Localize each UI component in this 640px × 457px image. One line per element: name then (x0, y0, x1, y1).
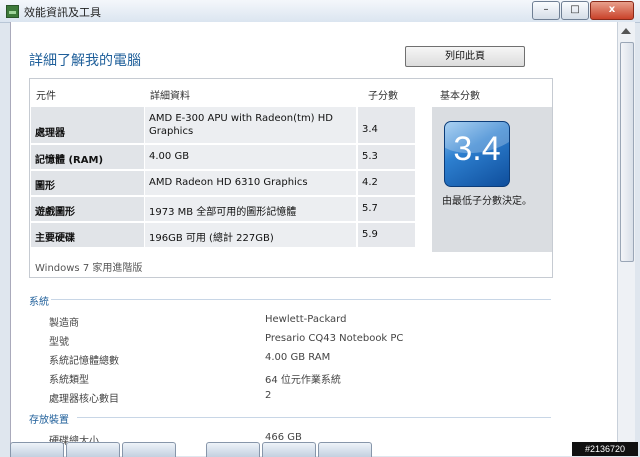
section-divider (51, 299, 551, 300)
table-row-details: 196GB 可用 (總計 227GB) (145, 223, 356, 247)
taskbar-button[interactable] (318, 442, 372, 457)
table-row-subscore: 3.4 (358, 107, 415, 143)
section-system-heading: 系統 (29, 297, 49, 308)
header-component: 元件 (36, 91, 56, 102)
scrollbar-thumb[interactable] (620, 42, 634, 262)
table-row-details: AMD Radeon HD 6310 Graphics (145, 171, 356, 195)
table-row-label: 主要硬碟 (31, 223, 144, 247)
base-score-note: 由最低子分數決定。 (442, 196, 532, 207)
system-label-manufacturer: 製造商 (49, 318, 79, 329)
system-value-type: 64 位元作業系統 (265, 375, 341, 386)
title-bar: 效能資訊及工具 – □ x (0, 0, 640, 23)
table-row-label: 記憶體 (RAM) (31, 145, 144, 169)
base-score-value: 3.4 (453, 130, 501, 168)
base-score-panel: 3.4 由最低子分數決定。 (432, 107, 552, 252)
table-row-label: 圖形 (31, 171, 144, 195)
table-row-label: 處理器 (31, 107, 144, 143)
print-button[interactable]: 列印此頁 (405, 46, 525, 67)
content-area: 詳細了解我的電腦 列印此頁 元件 詳細資料 子分數 基本分數 處理器 AMD E… (10, 22, 617, 456)
header-details: 詳細資料 (150, 91, 190, 102)
table-row-details: 1973 MB 全部可用的圖形記憶體 (145, 197, 356, 221)
taskbar-button[interactable] (262, 442, 316, 457)
table-row-details: AMD E-300 APU with Radeon(tm) HD Graphic… (145, 107, 356, 143)
system-value-manufacturer: Hewlett-Packard (265, 314, 347, 325)
header-base-score: 基本分數 (440, 91, 480, 102)
scroll-up-arrow-icon[interactable] (621, 28, 631, 34)
window-title: 效能資訊及工具 (24, 6, 101, 19)
window-controls: – □ x (531, 1, 634, 20)
section-storage-heading: 存放裝置 (29, 415, 69, 426)
performance-icon (6, 5, 19, 18)
taskbar-button[interactable] (122, 442, 176, 457)
system-label-cores: 處理器核心數目 (49, 394, 119, 405)
windows-score-badge-icon: 3.4 (444, 121, 510, 187)
vertical-scrollbar[interactable] (617, 22, 635, 456)
windows-edition: Windows 7 家用進階版 (35, 263, 143, 274)
system-value-cores: 2 (265, 390, 272, 401)
table-row-subscore: 5.9 (358, 223, 415, 247)
table-row-subscore: 5.3 (358, 145, 415, 169)
table-row-details: 4.00 GB (145, 145, 356, 169)
section-divider (77, 417, 551, 418)
system-value-model: Presario CQ43 Notebook PC (265, 333, 404, 344)
taskbar (0, 442, 560, 457)
table-row-label: 遊戲圖形 (31, 197, 144, 221)
taskbar-button[interactable] (10, 442, 64, 457)
system-label-model: 型號 (49, 337, 69, 348)
taskbar-button[interactable] (206, 442, 260, 457)
page-title: 詳細了解我的電腦 (29, 53, 141, 69)
watermark: #2136720 (572, 442, 638, 456)
score-table: 元件 詳細資料 子分數 基本分數 處理器 AMD E-300 APU with … (29, 78, 553, 278)
minimize-button[interactable]: – (532, 1, 560, 20)
system-label-type: 系統類型 (49, 375, 89, 386)
taskbar-button[interactable] (66, 442, 120, 457)
table-row-subscore: 5.7 (358, 197, 415, 221)
maximize-button[interactable]: □ (561, 1, 589, 20)
table-row-subscore: 4.2 (358, 171, 415, 195)
system-label-memory: 系統記憶體總數 (49, 356, 119, 367)
close-button[interactable]: x (590, 1, 634, 20)
header-subscore: 子分數 (368, 91, 398, 102)
system-value-memory: 4.00 GB RAM (265, 352, 331, 363)
